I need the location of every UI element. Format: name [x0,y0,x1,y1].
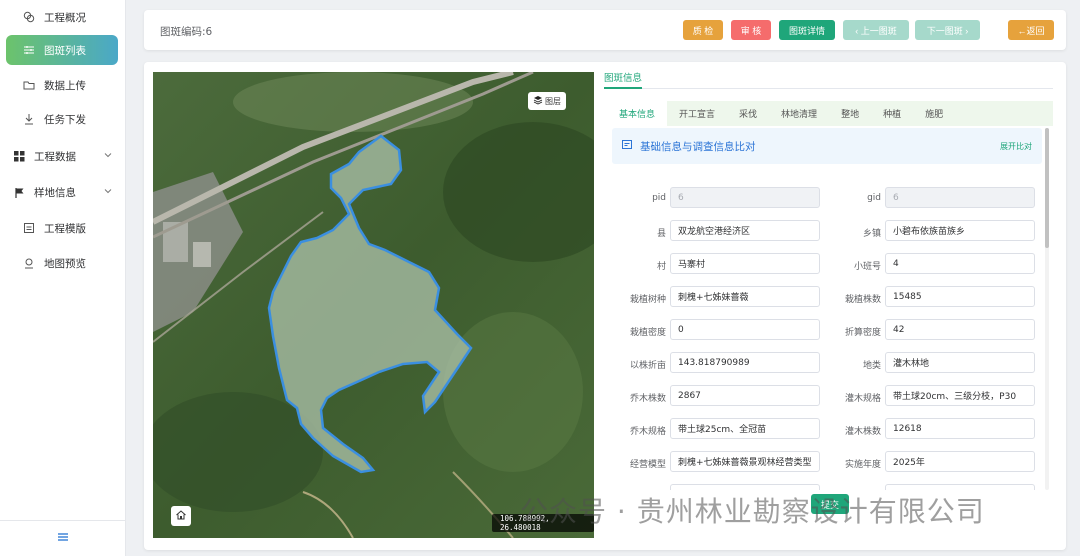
sidebar-item-label: 数据上传 [44,79,86,92]
sidebar-item-label: 图斑列表 [44,44,86,57]
field-label: 灌木规格 [844,394,881,404]
home-button[interactable] [171,506,191,526]
plant-count-field[interactable]: 15485 [885,286,1035,307]
template-icon [22,221,36,235]
flag-icon [12,185,26,199]
map-pin-icon [22,256,36,270]
land-type-field[interactable]: 灌木林地 [885,352,1035,373]
field-label: 折算密度 [844,328,881,338]
collapse-menu-button[interactable] [0,520,126,556]
calc-density-field[interactable]: 42 [885,319,1035,340]
town-field[interactable]: 小碧布依族苗族乡 [885,220,1035,241]
watermark: 公众号 · 贵州林业勘察设计有限公司 [520,495,985,528]
sidebar-item-project-data[interactable]: 工程数据 [0,141,126,171]
field-label: pid [652,193,666,203]
detail-tabs: 基本信息 开工宣言 采伐 林地清理 整地 种植 施肥 [607,101,1053,126]
sidebar-item-label: 样地信息 [34,186,76,199]
tree-count-field[interactable]: 2867 [670,385,820,406]
map-view[interactable]: 图层 106.788992, 26.480018 [153,72,594,538]
menu-icon [58,533,68,544]
sidebar-item-upload[interactable]: 数据上传 [6,70,118,100]
chevron-down-icon [104,186,112,198]
overview-icon [22,10,36,24]
section-title: 基础信息与调查信息比对 [640,140,756,153]
area-mu-field[interactable]: 143.818790989 [670,352,820,373]
field-label: 栽植密度 [629,328,666,338]
sidebar-item-list[interactable]: 图斑列表 [6,35,118,65]
shrub-count-field[interactable]: 12618 [885,418,1035,439]
field-label: 地类 [862,361,881,371]
field-label: 实施年度 [844,460,881,470]
sidebar-item-map-preview[interactable]: 地图预览 [6,248,118,278]
patch-detail-button[interactable]: 图斑详情 [779,20,835,40]
sidebar-item-label: 任务下发 [44,113,86,126]
folder-icon [22,78,36,92]
sidebar: 工程概况 图斑列表 数据上传 任务下发 工程数据 样地信息 工程模版 地图预览 [0,0,126,556]
field-label: 乔木规格 [629,427,666,437]
field-label: 小班号 [853,262,881,272]
sidebar-item-label: 地图预览 [44,257,86,270]
satellite-imagery [153,72,594,538]
field-label: 乔木株数 [629,394,666,404]
field-label: 县 [656,229,666,239]
download-icon [22,112,36,126]
card-icon [622,140,632,152]
pid-field: 6 [670,187,820,208]
tree-spec-field[interactable]: 带土球25cm、全冠苗 [670,418,820,439]
village-field[interactable]: 马寨村 [670,253,820,274]
prev-patch-button[interactable]: ‹ 上一图斑 [843,20,909,40]
field-label: 经营模型 [629,460,666,470]
sidebar-item-overview[interactable]: 工程概况 [6,2,118,32]
tab-kickoff[interactable]: 开工宣言 [667,101,727,126]
tab-fertilizing[interactable]: 施肥 [913,101,955,126]
tab-planting[interactable]: 种植 [871,101,913,126]
topbar: 图斑编码:6 质 检 审 核 图斑详情 ‹ 上一图斑 下一图斑 › ←返回 [144,10,1066,50]
shrub-spec-field[interactable]: 带土球20cm、三级分枝，P30 [885,385,1035,406]
layer-label: 图层 [545,96,561,106]
county-field[interactable]: 双龙航空港经济区 [670,220,820,241]
review-button[interactable]: 审 核 [731,20,771,40]
home-icon [175,509,187,524]
back-button[interactable]: ←返回 [1008,20,1054,40]
field-label: 栽植树种 [629,295,666,305]
species-field[interactable]: 刺槐+七姊妹蔷薇 [670,286,820,307]
sidebar-item-task[interactable]: 任务下发 [6,104,118,134]
sidebar-item-template[interactable]: 工程模版 [6,213,118,243]
next-patch-button[interactable]: 下一图斑 › [915,20,980,40]
section-header: 基础信息与调查信息比对 展开比对 [612,128,1042,164]
year-field[interactable]: 2025年 [885,451,1035,472]
field-label: 以株折亩 [629,361,666,371]
layers-icon [533,95,543,107]
grid-icon [12,149,26,163]
expand-compare-link[interactable]: 展开比对 [1000,141,1032,152]
field-label: 灌木株数 [844,427,881,437]
field-label: 栽植株数 [844,295,881,305]
quality-check-button[interactable]: 质 检 [683,20,723,40]
info-form: 基础信息与调查信息比对 展开比对 pid 6 gid 6 县 双龙航空港经济区 … [612,128,1042,490]
tab-basic-info[interactable]: 基本信息 [607,101,668,126]
tab-site-prep[interactable]: 整地 [829,101,871,126]
sidebar-item-label: 工程数据 [34,150,76,163]
sidebar-item-label: 工程模版 [44,222,86,235]
scrollbar-thumb[interactable] [1045,128,1049,248]
active-tab-indicator [604,87,642,89]
tab-patch-info[interactable]: 图斑信息 [604,70,642,84]
subplot-field[interactable]: 4 [885,253,1035,274]
list-icon [22,43,36,57]
model-field[interactable]: 刺槐+七姊妹蔷薇景观林经营类型 [670,451,820,472]
tab-logging[interactable]: 采伐 [727,101,769,126]
gid-field: 6 [885,187,1035,208]
sidebar-item-label: 工程概况 [44,11,86,24]
chevron-down-icon [104,150,112,162]
sidebar-item-plots[interactable]: 样地信息 [0,177,126,207]
field-label: 村 [656,262,666,272]
field-label: 乡镇 [862,229,881,239]
density-field[interactable]: 0 [670,319,820,340]
patch-code: 图斑编码:6 [160,26,213,38]
divider [604,88,1053,89]
layer-toggle-button[interactable]: 图层 [528,92,566,110]
field-label: gid [867,193,881,203]
form-scrollbar[interactable] [1045,128,1049,490]
tab-clearing[interactable]: 林地清理 [769,101,829,126]
